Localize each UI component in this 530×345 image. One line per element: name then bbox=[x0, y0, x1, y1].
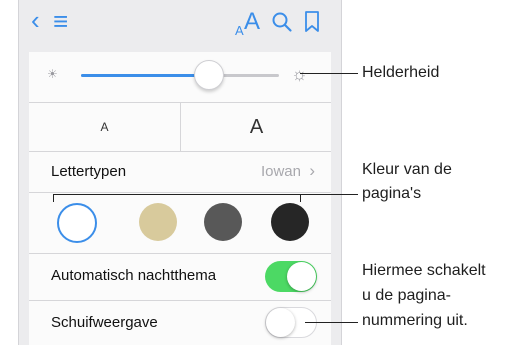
increase-font-size-button[interactable]: A bbox=[181, 103, 332, 151]
toolbar: ‹ ≡ A A bbox=[19, 0, 341, 50]
toggle-knob bbox=[266, 308, 295, 337]
page-color-callout-line bbox=[53, 194, 358, 195]
brightness-callout: Helderheid bbox=[362, 64, 440, 81]
brightness-row: ☀ ☼ bbox=[29, 52, 331, 103]
bookmark-icon[interactable] bbox=[304, 11, 320, 38]
page-color-callout-line1: Kleur van de bbox=[362, 161, 452, 178]
fonts-label: Lettertypen bbox=[51, 163, 127, 180]
back-icon[interactable]: ‹ bbox=[31, 7, 40, 33]
page-color-callout-line2: pagina's bbox=[362, 185, 422, 202]
font-settings-icon[interactable]: A bbox=[244, 10, 260, 34]
page-color-callout-tick-right bbox=[300, 194, 301, 202]
table-of-contents-icon[interactable]: ≡ bbox=[53, 8, 68, 34]
scroll-callout-line2: u de pagina- bbox=[362, 287, 451, 304]
settings-panel: ‹ ≡ A A ☀ ☼ A A Lettertypen Iowan › Auto… bbox=[18, 0, 342, 345]
font-settings-icon-small: A bbox=[235, 23, 244, 38]
page-color-callout-tick-left bbox=[53, 194, 54, 202]
brightness-callout-line bbox=[300, 73, 358, 74]
scroll-view-label: Schuifweergave bbox=[51, 314, 158, 331]
page-color-row bbox=[29, 193, 331, 253]
toggle-knob bbox=[287, 262, 316, 291]
scroll-view-row: Schuifweergave bbox=[29, 300, 331, 345]
font-size-row: A A bbox=[29, 103, 331, 152]
brightness-high-icon: ☼ bbox=[291, 64, 308, 84]
brightness-slider-fill bbox=[81, 74, 208, 77]
page-color-white-swatch[interactable] bbox=[57, 203, 97, 243]
fonts-value: Iowan bbox=[260, 163, 301, 180]
scroll-callout-line3: nummering uit. bbox=[362, 312, 468, 329]
brightness-slider-knob[interactable] bbox=[193, 60, 224, 90]
brightness-slider[interactable] bbox=[81, 60, 279, 90]
decrease-font-size-button[interactable]: A bbox=[29, 103, 180, 151]
page-color-black-swatch[interactable] bbox=[271, 203, 309, 241]
page-color-sepia-swatch[interactable] bbox=[139, 203, 177, 241]
page-color-gray-swatch[interactable] bbox=[204, 203, 242, 241]
fonts-row[interactable]: Lettertypen Iowan › bbox=[29, 152, 331, 193]
brightness-low-icon: ☀ bbox=[47, 67, 58, 81]
night-theme-toggle[interactable] bbox=[265, 261, 317, 292]
scroll-callout-line1: Hiermee schakelt bbox=[362, 262, 486, 279]
night-theme-row: Automatisch nachtthema bbox=[29, 253, 331, 301]
scroll-callout-line bbox=[305, 322, 358, 323]
search-icon[interactable] bbox=[271, 11, 293, 38]
settings-content: ☀ ☼ A A Lettertypen Iowan › Automatisch … bbox=[29, 52, 331, 345]
night-theme-label: Automatisch nachtthema bbox=[51, 267, 217, 284]
chevron-right-icon: › bbox=[309, 161, 315, 180]
